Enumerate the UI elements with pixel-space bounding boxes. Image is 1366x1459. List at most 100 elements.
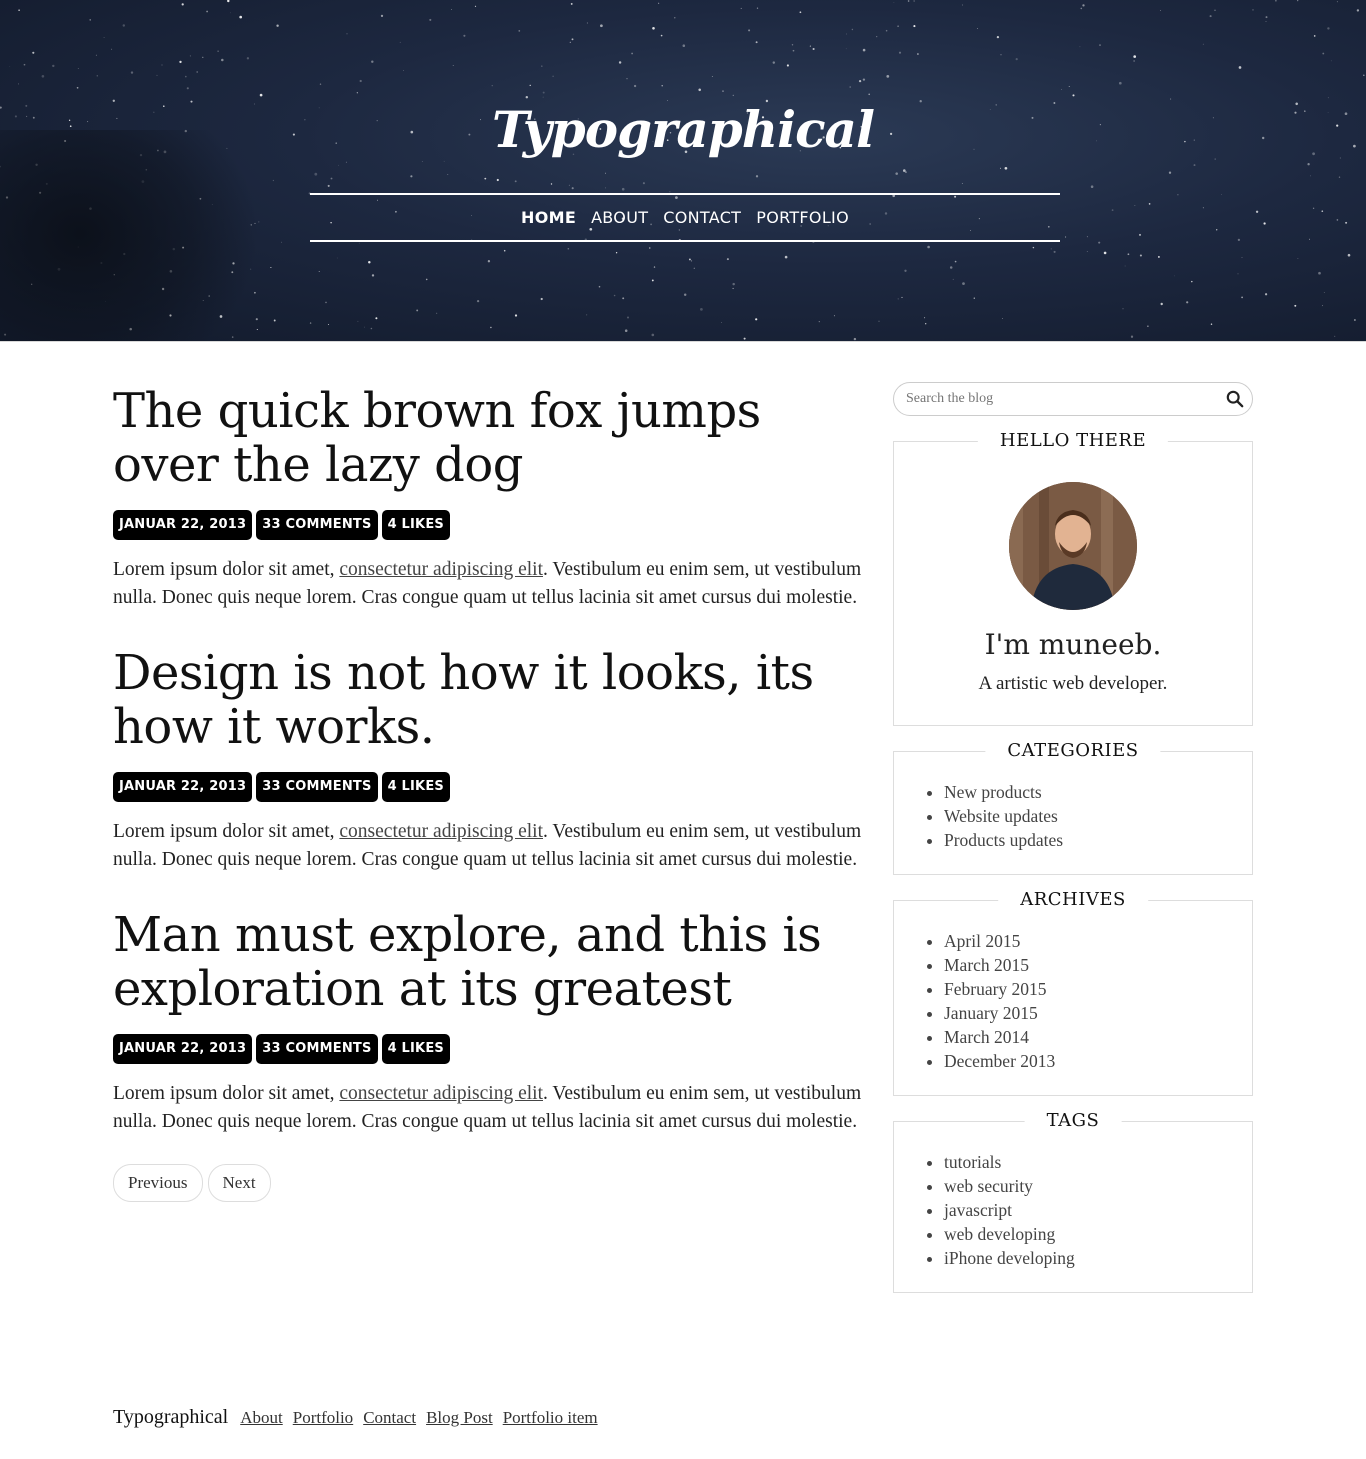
post-comments-badge[interactable]: 33 COMMENTS bbox=[256, 772, 378, 802]
star bbox=[633, 84, 637, 88]
post-title[interactable]: The quick brown fox jumps over the lazy … bbox=[113, 384, 863, 492]
search-input[interactable] bbox=[894, 383, 1204, 415]
star bbox=[622, 297, 625, 300]
footer-link-contact[interactable]: Contact bbox=[363, 1408, 416, 1428]
star bbox=[1061, 89, 1063, 91]
star bbox=[130, 71, 134, 74]
star bbox=[1345, 221, 1348, 224]
star bbox=[518, 30, 521, 32]
star bbox=[111, 48, 113, 50]
widget-title: ARCHIVES bbox=[998, 889, 1148, 910]
star bbox=[916, 53, 919, 55]
tag-item[interactable]: web developing bbox=[944, 1222, 1232, 1246]
post-likes-badge[interactable]: 4 LIKES bbox=[381, 510, 450, 540]
footer-link-portfolio-item[interactable]: Portfolio item bbox=[503, 1408, 598, 1428]
footer-link-blog-post[interactable]: Blog Post bbox=[426, 1408, 493, 1428]
tag-item[interactable]: web security bbox=[944, 1174, 1232, 1198]
star bbox=[1334, 335, 1336, 337]
star bbox=[961, 4, 963, 6]
star bbox=[772, 61, 776, 64]
star bbox=[327, 323, 330, 326]
nav-contact[interactable]: CONTACT bbox=[663, 208, 741, 227]
archive-item[interactable]: March 2014 bbox=[944, 1025, 1232, 1049]
star bbox=[1072, 94, 1075, 97]
star bbox=[613, 294, 616, 297]
archive-item[interactable]: April 2015 bbox=[944, 929, 1232, 953]
star bbox=[999, 167, 1002, 169]
star bbox=[1099, 44, 1101, 46]
star bbox=[319, 83, 322, 85]
star bbox=[977, 28, 978, 29]
nav-portfolio[interactable]: PORTFOLIO bbox=[756, 208, 849, 227]
nav-about[interactable]: ABOUT bbox=[591, 208, 648, 227]
author-bio: A artistic web developer. bbox=[978, 673, 1168, 694]
post-comments-badge[interactable]: 33 COMMENTS bbox=[256, 510, 378, 540]
widget-title: HELLO THERE bbox=[977, 430, 1169, 451]
tag-item[interactable]: iPhone developing bbox=[944, 1246, 1232, 1270]
star bbox=[1086, 236, 1088, 238]
footer-link-portfolio[interactable]: Portfolio bbox=[293, 1408, 353, 1428]
excerpt-link[interactable]: consectetur adipiscing elit bbox=[339, 559, 543, 580]
star bbox=[571, 187, 574, 190]
footer-link-about[interactable]: About bbox=[240, 1408, 283, 1428]
star bbox=[246, 57, 250, 60]
star bbox=[1318, 271, 1321, 275]
star bbox=[661, 84, 663, 87]
post-title[interactable]: Man must explore, and this is exploratio… bbox=[113, 908, 863, 1016]
hero-header: Typographical HOME ABOUT CONTACT PORTFOL… bbox=[0, 0, 1366, 342]
tag-item[interactable]: javascript bbox=[944, 1198, 1232, 1222]
star bbox=[452, 64, 454, 66]
excerpt-link[interactable]: consectetur adipiscing elit bbox=[339, 1083, 543, 1104]
star bbox=[309, 322, 312, 324]
star bbox=[1174, 275, 1175, 277]
star bbox=[403, 69, 405, 71]
post-title[interactable]: Design is not how it looks, its how it w… bbox=[113, 646, 863, 754]
nav-home[interactable]: HOME bbox=[521, 208, 576, 227]
star bbox=[273, 319, 276, 322]
post-likes-badge[interactable]: 4 LIKES bbox=[381, 1034, 450, 1064]
tag-item[interactable]: tutorials bbox=[944, 1150, 1232, 1174]
star bbox=[330, 177, 333, 180]
post-likes-badge[interactable]: 4 LIKES bbox=[381, 772, 450, 802]
excerpt-link[interactable]: consectetur adipiscing elit bbox=[339, 821, 543, 842]
star bbox=[1068, 86, 1070, 88]
post: The quick brown fox jumps over the lazy … bbox=[113, 384, 863, 612]
archive-item[interactable]: February 2015 bbox=[944, 977, 1232, 1001]
archive-item[interactable]: December 2013 bbox=[944, 1049, 1232, 1073]
site-logo[interactable]: Typographical bbox=[0, 100, 1366, 159]
category-item[interactable]: New products bbox=[944, 780, 1232, 804]
star bbox=[658, 2, 660, 4]
star bbox=[425, 278, 428, 281]
star bbox=[1139, 254, 1142, 257]
star bbox=[1065, 236, 1067, 238]
archive-item[interactable]: January 2015 bbox=[944, 1001, 1232, 1025]
star bbox=[270, 266, 272, 269]
search-icon[interactable] bbox=[1226, 390, 1244, 408]
star bbox=[356, 92, 358, 94]
star bbox=[1310, 175, 1312, 177]
star bbox=[674, 17, 676, 19]
star bbox=[1336, 219, 1339, 221]
star bbox=[239, 15, 243, 19]
star bbox=[1294, 304, 1297, 307]
star bbox=[858, 79, 862, 83]
star bbox=[1216, 229, 1218, 231]
post-excerpt: Lorem ipsum dolor sit amet, consectetur … bbox=[113, 818, 863, 874]
next-button[interactable]: Next bbox=[207, 1164, 271, 1202]
star bbox=[755, 318, 758, 321]
star bbox=[904, 269, 907, 272]
post-comments-badge[interactable]: 33 COMMENTS bbox=[256, 1034, 378, 1064]
archive-item[interactable]: March 2015 bbox=[944, 953, 1232, 977]
category-item[interactable]: Products updates bbox=[944, 828, 1232, 852]
star bbox=[1160, 302, 1163, 306]
category-item[interactable]: Website updates bbox=[944, 804, 1232, 828]
star bbox=[1265, 16, 1268, 19]
excerpt-text-start: Lorem ipsum dolor sit amet, bbox=[113, 1083, 340, 1104]
tags-widget: TAGS tutorials web security javascript w… bbox=[893, 1110, 1253, 1293]
previous-button[interactable]: Previous bbox=[113, 1164, 203, 1202]
star bbox=[897, 298, 899, 300]
star bbox=[700, 308, 703, 311]
star bbox=[503, 249, 506, 252]
star bbox=[809, 45, 811, 47]
archives-widget: ARCHIVES April 2015 March 2015 February … bbox=[893, 889, 1253, 1096]
